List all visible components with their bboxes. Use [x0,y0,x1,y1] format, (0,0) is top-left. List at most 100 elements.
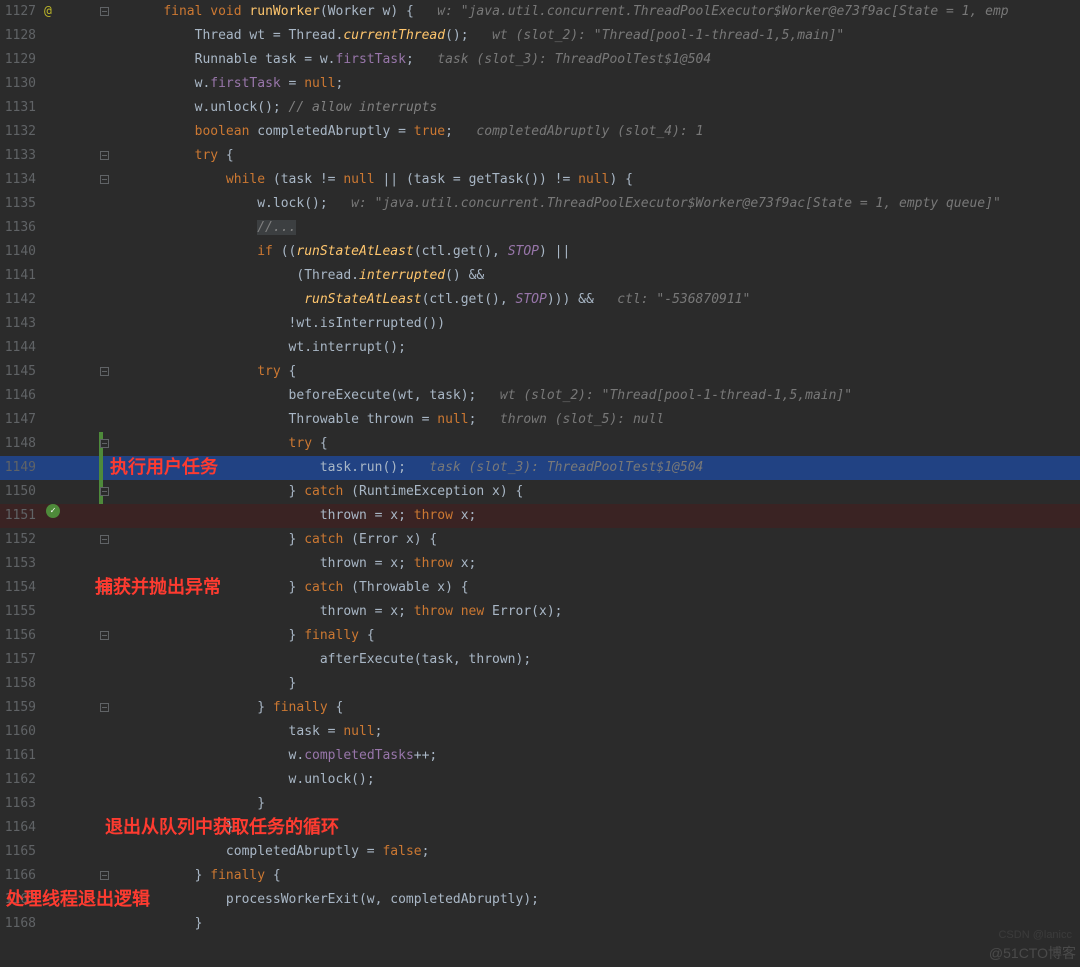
line-number: 1127 [0,0,44,24]
code-line[interactable]: 1128 Thread wt = Thread.currentThread();… [0,24,1080,48]
line-number: 1152 [0,528,44,552]
line-number: 1160 [0,720,44,744]
inline-hint: completedAbruptly (slot_4): 1 [476,124,703,139]
line-number: 1134 [0,168,44,192]
code-line[interactable]: 1159 } finally { [0,696,1080,720]
line-number: 1145 [0,360,44,384]
line-number: 1147 [0,408,44,432]
line-number: 1136 [0,216,44,240]
line-number: 1131 [0,96,44,120]
code-line[interactable]: 1140 if ((runStateAtLeast(ctl.get(), STO… [0,240,1080,264]
line-number: 1164 [0,816,44,840]
fold-marker-icon[interactable] [100,7,109,16]
fold-marker-icon[interactable] [100,871,109,880]
annotation-exit-logic: 处理线程退出逻辑 [6,887,150,911]
code-line[interactable]: 1161 w.completedTasks++; [0,744,1080,768]
inline-hint: task (slot_3): ThreadPoolTest$1@504 [429,460,703,475]
line-number: 1141 [0,264,44,288]
line-number: 1162 [0,768,44,792]
line-number: 1157 [0,648,44,672]
fold-marker-icon[interactable] [100,631,109,640]
code-line[interactable]: 1160 task = null; [0,720,1080,744]
gutter-icons[interactable]: @ [44,0,100,24]
line-number: 1156 [0,624,44,648]
code-editor[interactable]: 1127 @ final void runWorker(Worker w) { … [0,0,1080,936]
fold-marker-icon[interactable] [100,535,109,544]
line-number: 1163 [0,792,44,816]
code-line[interactable]: 1158 } [0,672,1080,696]
code-line[interactable]: 1167 处理线程退出逻辑 processWorkerExit(w, compl… [0,888,1080,912]
code-line[interactable]: 1135 w.lock(); w: "java.util.concurrent.… [0,192,1080,216]
code-line[interactable]: 1164 退出从队列中获取任务的循环 } [0,816,1080,840]
line-number: 1168 [0,912,44,936]
inline-hint: w: "java.util.concurrent.ThreadPoolExecu… [437,4,1008,19]
breakpoint-verified-icon[interactable]: ✓ [46,504,60,518]
line-number: 1140 [0,240,44,264]
line-number: 1130 [0,72,44,96]
watermark-51cto: @51CTO博客 [989,941,1076,965]
code-line[interactable]: 1151 ✓ thrown = x; throw x; [0,504,1080,528]
inline-hint: thrown (slot_5): null [500,412,664,427]
code-line[interactable]: 1144 wt.interrupt(); [0,336,1080,360]
breakpoint-strip [99,456,103,480]
code-line[interactable]: 1166 } finally { [0,864,1080,888]
annotation-execute-user-task: 执行用户任务 [110,455,218,479]
code-line[interactable]: 1141 (Thread.interrupted() && [0,264,1080,288]
fold-marker-icon[interactable] [100,367,109,376]
line-number: 1150 [0,480,44,504]
override-icon: @ [44,0,52,24]
line-number: 1161 [0,744,44,768]
inline-hint: task (slot_3): ThreadPoolTest$1@504 [437,52,711,67]
line-number: 1148 [0,432,44,456]
line-number: 1128 [0,24,44,48]
code-line[interactable]: 1156 } finally { [0,624,1080,648]
code-line[interactable]: 1155 thrown = x; throw new Error(x); [0,600,1080,624]
fold-marker-icon[interactable] [100,175,109,184]
code-text[interactable]: final void runWorker(Worker w) { w: "jav… [132,0,1080,24]
fold-marker-icon[interactable] [100,703,109,712]
code-line[interactable]: 1165 completedAbruptly = false; [0,840,1080,864]
code-line[interactable]: 1150 } catch (RuntimeException x) { [0,480,1080,504]
code-line[interactable]: 1147 Throwable thrown = null; thrown (sl… [0,408,1080,432]
inline-hint: wt (slot_2): "Thread[pool-1-thread-1,5,m… [500,388,852,403]
code-line[interactable]: 1133 try { [0,144,1080,168]
line-number: 1158 [0,672,44,696]
code-line[interactable]: 1134 while (task != null || (task = getT… [0,168,1080,192]
line-number: 1154 [0,576,44,600]
code-line[interactable]: 1153 thrown = x; throw x; [0,552,1080,576]
code-line[interactable]: 1146 beforeExecute(wt, task); wt (slot_2… [0,384,1080,408]
line-number: 1135 [0,192,44,216]
code-line[interactable]: 1145 try { [0,360,1080,384]
annotation-catch-throw: 捕获并抛出异常 [95,575,221,599]
code-line[interactable]: 1154 捕获并抛出异常 } catch (Throwable x) { [0,576,1080,600]
code-line[interactable]: 1148 try { [0,432,1080,456]
code-line[interactable]: 1143 !wt.isInterrupted()) [0,312,1080,336]
line-number: 1149 [0,456,44,480]
code-line[interactable]: 1132 boolean completedAbruptly = true; c… [0,120,1080,144]
code-line[interactable]: 1142 runStateAtLeast(ctl.get(), STOP))) … [0,288,1080,312]
code-line[interactable]: 1129 Runnable task = w.firstTask; task (… [0,48,1080,72]
code-line-current[interactable]: 1149 执行用户任务 task.run(); task (slot_3): T… [0,456,1080,480]
inline-hint: w: "java.util.concurrent.ThreadPoolExecu… [351,196,1001,211]
line-number: 1159 [0,696,44,720]
code-line[interactable]: 1168 } [0,912,1080,936]
fold-marker-icon[interactable] [100,487,109,496]
fold-marker-icon[interactable] [100,151,109,160]
code-line[interactable]: 1157 afterExecute(task, thrown); [0,648,1080,672]
inline-hint: ctl: "-536870911" [617,292,750,307]
code-line[interactable]: 1162 w.unlock(); [0,768,1080,792]
code-line[interactable]: 1136 //... [0,216,1080,240]
fold-marker-icon[interactable] [100,439,109,448]
line-number: 1166 [0,864,44,888]
line-number: 1133 [0,144,44,168]
line-number: 1144 [0,336,44,360]
inline-hint: wt (slot_2): "Thread[pool-1-thread-1,5,m… [492,28,844,43]
annotation-exit-loop: 退出从队列中获取任务的循环 [105,815,339,839]
code-line[interactable]: 1163 } [0,792,1080,816]
code-line[interactable]: 1130 w.firstTask = null; [0,72,1080,96]
code-line[interactable]: 1152 } catch (Error x) { [0,528,1080,552]
code-line[interactable]: 1131 w.unlock(); // allow interrupts [0,96,1080,120]
line-number: 1129 [0,48,44,72]
line-number: 1143 [0,312,44,336]
code-line[interactable]: 1127 @ final void runWorker(Worker w) { … [0,0,1080,24]
